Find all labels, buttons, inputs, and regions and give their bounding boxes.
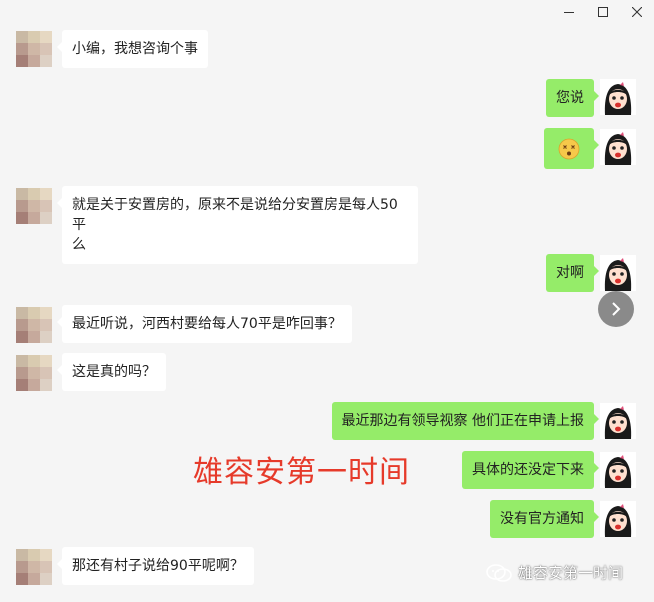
- dizzy-face-emoji-icon: [558, 138, 580, 159]
- message-bubble-sent[interactable]: 最近那边有领导视察 他们正在申请上报: [331, 402, 600, 440]
- minimize-icon: [564, 12, 574, 13]
- my-avatar[interactable]: [600, 129, 636, 165]
- maximize-icon: [598, 7, 608, 17]
- contact-avatar[interactable]: [16, 355, 52, 391]
- message-text: 这是真的吗？: [72, 364, 156, 380]
- my-avatar[interactable]: [600, 501, 636, 537]
- my-avatar[interactable]: [600, 403, 636, 439]
- window-controls: [552, 0, 654, 24]
- close-button[interactable]: [620, 0, 654, 24]
- contact-avatar[interactable]: [16, 188, 52, 224]
- message-text-line: 就是关于安置房的，原来不是说给分安置房是每人50平: [72, 197, 398, 233]
- source-name: 雄容安第一时间: [518, 564, 624, 582]
- contact-avatar[interactable]: [16, 307, 52, 343]
- source-watermark: 雄容安第一时间: [486, 562, 623, 583]
- message-bubble-sent[interactable]: 对啊: [546, 254, 599, 292]
- contact-avatar[interactable]: [16, 549, 52, 585]
- message-bubble-received[interactable]: 小编，我想咨询个事: [57, 30, 208, 68]
- message-bubble-received[interactable]: 最近听说，河西村要给每人70平是咋回事？: [57, 305, 352, 343]
- cartoon-girl-avatar-icon: [600, 403, 636, 439]
- message-bubble-sent[interactable]: [544, 128, 599, 169]
- message-text: 没有官方通知: [500, 511, 584, 527]
- contact-avatar[interactable]: [16, 31, 52, 67]
- cartoon-girl-avatar-icon: [600, 501, 636, 537]
- message-bubble-sent[interactable]: 您说: [546, 79, 599, 117]
- message-bubble-received[interactable]: 那还有村子说给90平呢啊？: [57, 547, 254, 585]
- message-text: 小编，我想咨询个事: [72, 41, 198, 57]
- cartoon-girl-avatar-icon: [600, 129, 636, 165]
- cartoon-girl-avatar-icon: [600, 79, 636, 115]
- close-icon: [632, 7, 642, 17]
- message-text: 具体的还没定下来: [472, 462, 584, 478]
- minimize-button[interactable]: [552, 0, 586, 24]
- message-bubble-sent[interactable]: 没有官方通知: [490, 500, 599, 538]
- message-text-line: 么: [72, 237, 86, 253]
- cartoon-girl-avatar-icon: [600, 255, 636, 291]
- wechat-logo-icon: [486, 563, 512, 582]
- cartoon-girl-avatar-icon: [600, 452, 636, 488]
- message-text: 您说: [556, 90, 584, 106]
- next-image-button[interactable]: [598, 291, 634, 327]
- message-text: 最近那边有领导视察 他们正在申请上报: [341, 413, 584, 429]
- my-avatar[interactable]: [600, 452, 636, 488]
- message-bubble-received[interactable]: 就是关于安置房的，原来不是说给分安置房是每人50平 么: [57, 186, 418, 264]
- red-caption-text: 雄容安第一时间: [193, 455, 410, 490]
- message-text: 最近听说，河西村要给每人70平是咋回事？: [72, 316, 342, 332]
- my-avatar[interactable]: [600, 255, 636, 291]
- chevron-right-icon: [612, 302, 621, 316]
- my-avatar[interactable]: [600, 79, 636, 115]
- maximize-button[interactable]: [586, 0, 620, 24]
- message-bubble-received[interactable]: 这是真的吗？: [57, 353, 166, 391]
- message-text: 对啊: [556, 265, 584, 281]
- message-text: 那还有村子说给90平呢啊？: [72, 558, 244, 574]
- message-bubble-sent[interactable]: 具体的还没定下来: [462, 451, 599, 489]
